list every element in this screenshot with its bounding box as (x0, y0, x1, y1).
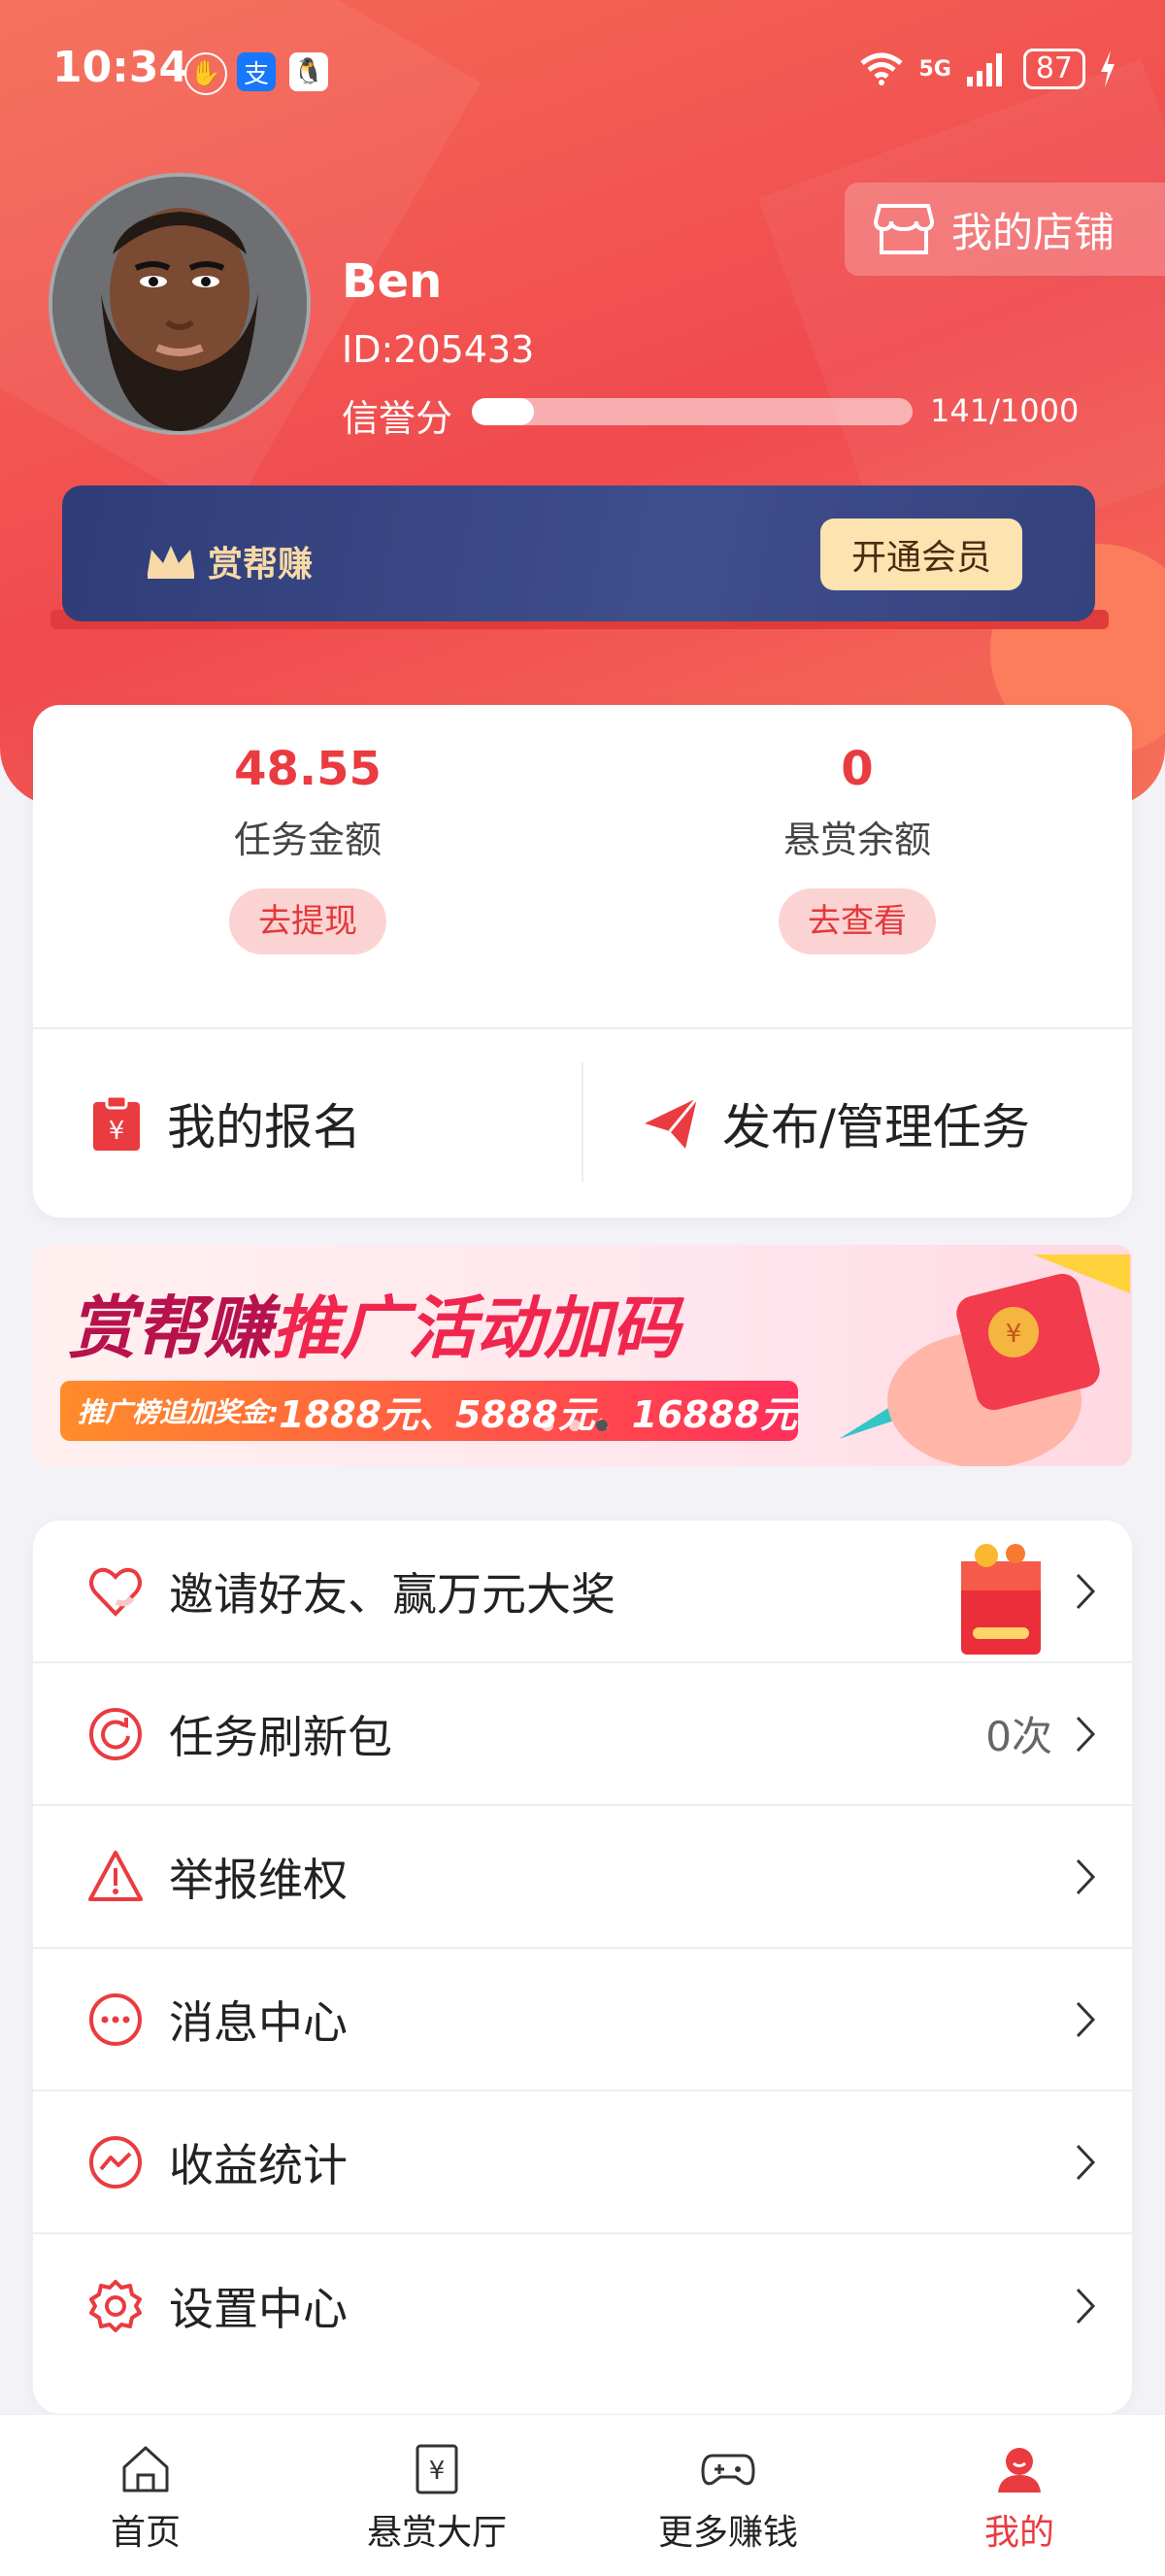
status-indicators: 5G 87 (858, 49, 1116, 89)
menu-label: 邀请好友、赢万元大奖 (169, 1567, 616, 1621)
network-type: 5G (918, 56, 951, 82)
crown-icon (148, 546, 194, 579)
chevron-right-icon (1076, 2001, 1096, 2037)
menu-label: 举报维权 (169, 1853, 348, 1906)
avatar-illustration (52, 177, 307, 431)
my-signup-label: 我的报名 (167, 1099, 361, 1155)
settings-menu: 邀请好友、赢万元大奖 任务刷新包 0次 举报维权 消息中心 收益统计 设置中心 (33, 1521, 1132, 2414)
signal-icon (966, 53, 1002, 86)
gamepad-icon (701, 2454, 755, 2486)
task-amount-label: 任务金额 (233, 819, 382, 861)
tab-label: 更多赚钱 (657, 2513, 798, 2553)
refresh-icon (89, 1707, 142, 1760)
menu-label: 设置中心 (169, 2282, 348, 2335)
chevron-right-icon (1076, 2144, 1096, 2180)
my-signup-button[interactable]: ¥ 我的报名 (89, 1031, 361, 1216)
credit-progress-fill (472, 398, 534, 425)
balance-card: 48.55 任务金额 去提现 0 悬赏余额 去查看 ¥ 我的报名 发布/管理任务 (33, 705, 1132, 1218)
withdraw-button[interactable]: 去提现 (229, 888, 386, 954)
chart-icon (89, 2135, 142, 2189)
credit-progress-bar (472, 398, 913, 425)
banner-subtitle: 推广榜追加奖金: 1888元、5888元、16888元 (60, 1381, 798, 1441)
open-membership-button[interactable]: 开通会员 (820, 519, 1022, 590)
vip-title: 赏帮赚 (208, 545, 314, 585)
promo-banner[interactable]: 赏帮赚推广活动加码 推广榜追加奖金: 1888元、5888元、16888元 ¥ (33, 1245, 1132, 1466)
tab-reward-hall[interactable]: ¥ 悬赏大厅 (291, 2415, 582, 2576)
avatar[interactable] (49, 173, 311, 435)
tab-home[interactable]: 首页 (0, 2415, 291, 2576)
publish-manage-label: 发布/管理任务 (722, 1099, 1030, 1155)
divider (33, 1027, 1132, 1029)
banner-title-brand: 赏帮赚 (68, 1288, 272, 1368)
task-amount-value: 48.55 (234, 742, 382, 796)
reward-hall-icon: ¥ (416, 2444, 458, 2494)
profile-icon (998, 2448, 1041, 2492)
tab-label: 我的 (983, 2513, 1054, 2553)
status-bar: 10:34 ✋ 支 🐧 5G 87 (0, 0, 1165, 146)
divider (582, 1062, 583, 1183)
tab-label: 悬赏大厅 (366, 2513, 507, 2553)
menu-item-report[interactable]: 举报维权 (33, 1806, 1132, 1949)
publish-manage-tasks-button[interactable]: 发布/管理任务 (643, 1031, 1030, 1216)
wifi-icon (860, 52, 903, 85)
tab-mine[interactable]: 我的 (874, 2415, 1165, 2576)
invite-gift-icon (961, 1544, 1041, 1655)
paper-plane-icon (645, 1097, 699, 1149)
reward-balance-value: 0 (841, 742, 874, 796)
menu-label: 消息中心 (169, 1995, 348, 2049)
user-id: ID:205433 (342, 328, 535, 371)
carousel-dot[interactable] (542, 1420, 553, 1431)
svg-text:¥: ¥ (109, 1117, 125, 1146)
username: Ben (342, 254, 443, 309)
banner-sub-label: 推广榜追加奖金: (78, 1396, 280, 1428)
menu-item-settings[interactable]: 设置中心 (33, 2234, 1132, 2377)
shield-app-icon: ✋ (184, 52, 227, 95)
menu-label: 任务刷新包 (169, 1710, 392, 1763)
status-time: 10:34 (52, 43, 189, 92)
carousel-dots (542, 1420, 608, 1431)
tab-more-earnings[interactable]: 更多赚钱 (582, 2415, 874, 2576)
charging-icon (1101, 50, 1115, 87)
heart-icon (89, 1567, 142, 1617)
my-shop-button[interactable]: 我的店铺 (845, 183, 1165, 276)
clipboard-icon: ¥ (93, 1094, 140, 1151)
svg-text:¥: ¥ (429, 2457, 446, 2486)
carousel-dot-active[interactable] (596, 1420, 608, 1431)
menu-item-earnings[interactable]: 收益统计 (33, 2091, 1132, 2234)
carousel-dot[interactable] (569, 1420, 581, 1431)
battery-level: 87 (1022, 49, 1085, 89)
credit-value: 141/1000 (930, 392, 1080, 429)
red-envelope-illustration: ¥ (839, 1255, 1130, 1466)
banner-title: 赏帮赚推广活动加码 (68, 1274, 680, 1372)
qq-icon: 🐧 (289, 52, 328, 91)
chevron-right-icon (1076, 1573, 1096, 1609)
reward-balance-label: 悬赏余额 (782, 819, 931, 861)
svg-text:¥: ¥ (1006, 1320, 1022, 1349)
banner-title-highlight: 推广活动加码 (272, 1288, 680, 1368)
gear-icon (89, 2279, 142, 2332)
chevron-right-icon (1076, 2288, 1096, 2324)
home-icon (122, 2446, 169, 2492)
banner-sub-amounts: 1888元、5888元、16888元 (279, 1392, 797, 1436)
reward-balance-stat: 0 悬赏余额 去查看 (582, 705, 1132, 954)
vip-brand: 赏帮赚 (144, 536, 313, 586)
view-balance-button[interactable]: 去查看 (779, 888, 936, 954)
warning-icon (88, 1850, 143, 1901)
chevron-right-icon (1076, 1716, 1096, 1752)
menu-item-invite[interactable]: 邀请好友、赢万元大奖 (33, 1521, 1132, 1663)
bottom-tab-bar: 首页 ¥ 悬赏大厅 更多赚钱 我的 (0, 2414, 1165, 2576)
store-icon (874, 204, 934, 254)
alipay-icon: 支 (237, 52, 276, 91)
menu-item-messages[interactable]: 消息中心 (33, 1949, 1132, 2091)
menu-label: 收益统计 (169, 2138, 348, 2191)
menu-value: 0次 (985, 1713, 1052, 1760)
task-amount-stat: 48.55 任务金额 去提现 (33, 705, 582, 954)
menu-item-refresh-pack[interactable]: 任务刷新包 0次 (33, 1663, 1132, 1806)
chevron-right-icon (1076, 1858, 1096, 1894)
tab-label: 首页 (110, 2513, 181, 2553)
my-shop-label: 我的店铺 (951, 208, 1115, 256)
credit-label: 信誉分 (342, 397, 453, 440)
message-icon (89, 1992, 142, 2046)
